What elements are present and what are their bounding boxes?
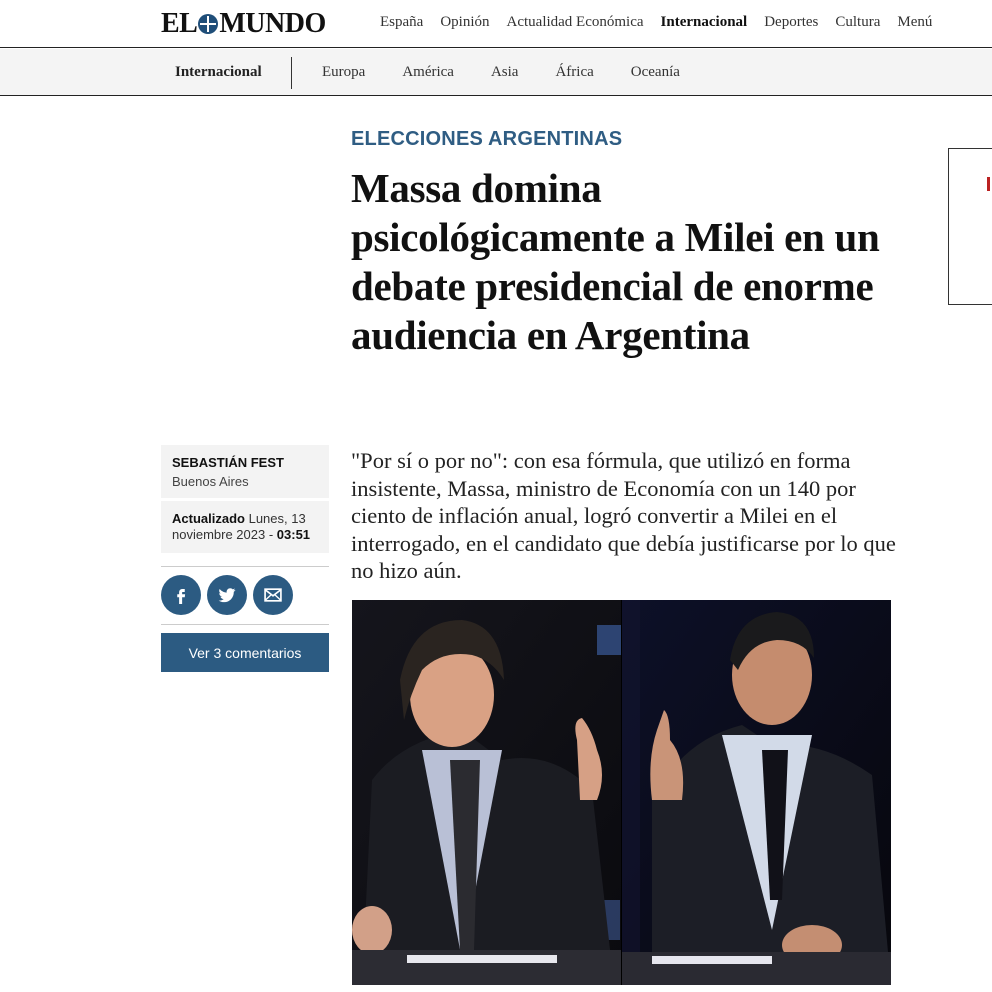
email-icon	[264, 588, 282, 602]
debate-photo	[352, 600, 891, 985]
nav-item-espana[interactable]: España	[380, 14, 423, 31]
top-header: EL MUNDO España Opinión Actualidad Económ…	[0, 0, 992, 48]
region-links: Europa América Asia África Oceanía	[322, 64, 717, 81]
article-kicker[interactable]: ELECCIONES ARGENTINAS	[351, 128, 622, 151]
byline: SEBASTIÁN FEST Buenos Aires Actualizado …	[161, 445, 329, 553]
subnav-item-america[interactable]: América	[402, 64, 454, 81]
update-date: Actualizado Lunes, 13 noviembre 2023 - 0…	[161, 501, 329, 553]
article-lede: "Por sí o por no": con esa fórmula, que …	[351, 448, 896, 583]
subnav-item-africa[interactable]: África	[555, 64, 593, 81]
subnav-divider	[291, 57, 292, 89]
twitter-icon	[218, 588, 236, 603]
updated-label: Actualizado	[172, 511, 245, 526]
author-name[interactable]: SEBASTIÁN FEST	[172, 455, 318, 470]
author-card: SEBASTIÁN FEST Buenos Aires	[161, 445, 329, 498]
view-comments-button[interactable]: Ver 3 comentarios	[161, 633, 329, 672]
nav-item-cultura[interactable]: Cultura	[835, 14, 880, 31]
nav-item-actualidad-economica[interactable]: Actualidad Económica	[507, 14, 644, 31]
facebook-icon	[177, 589, 186, 604]
nav-item-opinion[interactable]: Opinión	[440, 14, 489, 31]
section-subnav: Internacional Europa América Asia África…	[0, 49, 992, 96]
share-facebook-button[interactable]	[161, 575, 201, 615]
share-email-button[interactable]	[253, 575, 293, 615]
globe-icon	[198, 14, 219, 34]
ad-slot[interactable]	[948, 148, 992, 305]
share-divider	[161, 624, 329, 625]
nav-item-deportes[interactable]: Deportes	[764, 14, 818, 31]
share-twitter-button[interactable]	[207, 575, 247, 615]
section-title[interactable]: Internacional	[175, 64, 262, 81]
article-photo[interactable]	[352, 600, 891, 985]
updated-time: 03:51	[276, 527, 311, 542]
subnav-item-europa[interactable]: Europa	[322, 64, 365, 81]
subnav-item-asia[interactable]: Asia	[491, 64, 519, 81]
nav-item-internacional[interactable]: Internacional	[661, 14, 748, 31]
author-location: Buenos Aires	[172, 474, 249, 489]
el-mundo-logo[interactable]: EL MUNDO	[161, 8, 326, 40]
ad-mark	[987, 177, 990, 191]
subnav-item-oceania[interactable]: Oceanía	[631, 64, 680, 81]
article-headline: Massa domina psicológicamente a Milei en…	[351, 165, 880, 358]
share-bar	[161, 566, 329, 615]
main-nav: España Opinión Actualidad Económica Inte…	[380, 14, 949, 31]
nav-item-menu[interactable]: Menú	[897, 14, 932, 31]
